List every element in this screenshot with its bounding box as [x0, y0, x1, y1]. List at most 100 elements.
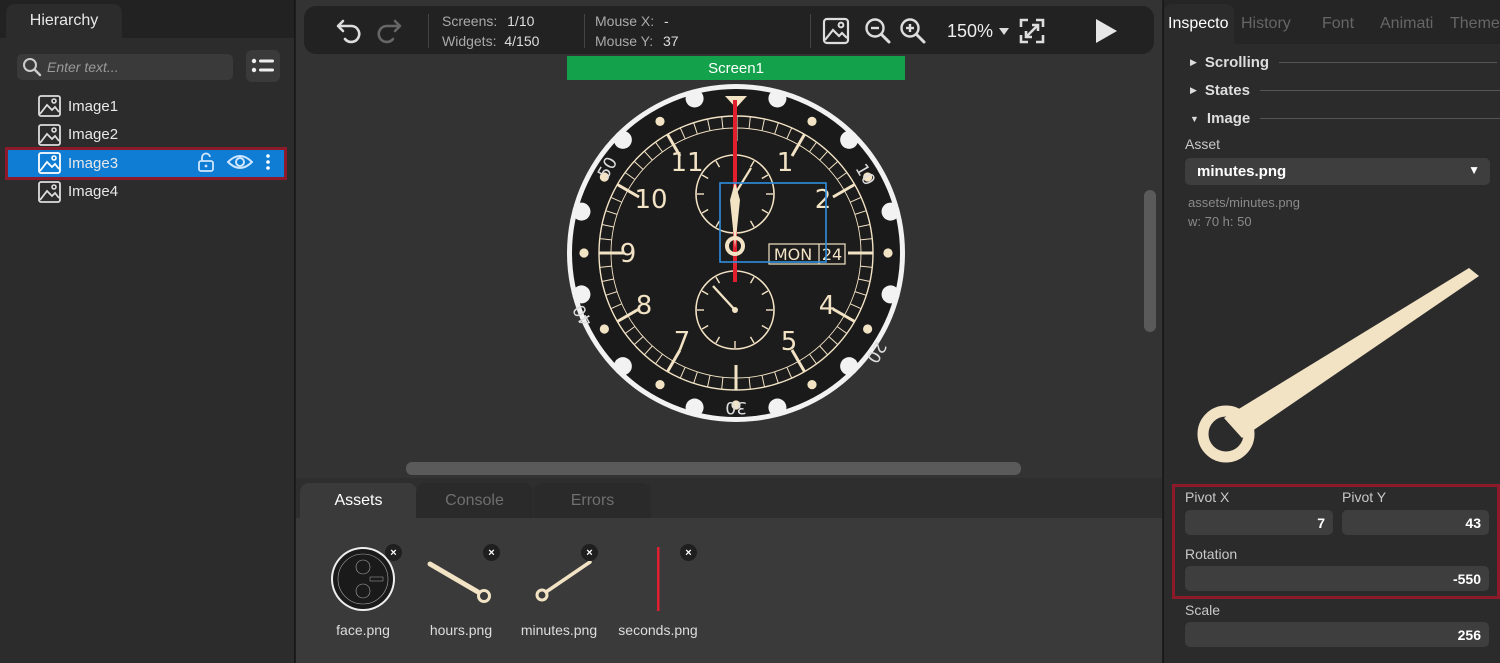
tab-inspector[interactable]: Inspecto — [1164, 4, 1234, 44]
asset-name: hours.png — [429, 622, 493, 638]
inspector-panel: Inspecto History Font Animati Themes ▶ S… — [1163, 0, 1500, 663]
image-icon — [38, 180, 61, 203]
tab-console[interactable]: Console — [416, 483, 533, 518]
scale-field[interactable]: 256 — [1185, 622, 1489, 647]
hour-numeral: 2 — [815, 185, 832, 215]
zoom-value: 150% — [946, 20, 994, 41]
asset-thumbnail: × — [318, 544, 408, 614]
screen-tab[interactable]: Screen1 — [567, 56, 905, 80]
play-button[interactable] — [1088, 14, 1122, 48]
tab-animation[interactable]: Animati — [1376, 4, 1438, 44]
tree-item-image1[interactable]: Image1 — [0, 92, 295, 121]
hour-numeral: 4 — [819, 291, 836, 321]
tab-errors[interactable]: Errors — [534, 483, 651, 518]
remove-asset-button[interactable]: × — [581, 544, 598, 561]
asset-label: Asset — [1185, 136, 1221, 152]
asset-preview — [1197, 268, 1479, 463]
bezel-dot — [579, 248, 589, 258]
bezel-notch — [840, 130, 859, 149]
canvas-vertical-scrollbar[interactable] — [1144, 190, 1156, 332]
bezel-notch — [685, 398, 704, 417]
eye-icon[interactable] — [227, 153, 253, 171]
section-states[interactable]: ▶ States — [1190, 82, 1500, 99]
tab-font[interactable]: Font — [1318, 4, 1378, 44]
hour-numeral: 10 — [634, 185, 667, 215]
tree-item-image3[interactable]: Image3 — [5, 147, 287, 180]
tree-item-label: Image2 — [68, 126, 119, 144]
tree-item-image2[interactable]: Image2 — [0, 121, 295, 150]
asset-item-hours[interactable]: × hours.png — [416, 544, 506, 638]
hour-numeral: 11 — [670, 148, 703, 178]
mouse-x-label: Mouse X: — [595, 13, 655, 29]
tab-themes[interactable]: Themes — [1446, 4, 1500, 44]
chevron-down-icon — [999, 28, 1010, 35]
chevron-down-icon: ▼ — [1190, 113, 1199, 124]
undo-button[interactable] — [332, 12, 368, 48]
bezel-dot — [807, 380, 817, 390]
tab-history[interactable]: History — [1237, 4, 1301, 44]
zoom-in-button[interactable] — [897, 15, 929, 47]
hierarchy-search[interactable] — [17, 54, 233, 80]
search-icon — [23, 58, 42, 77]
background-image-button[interactable] — [820, 15, 852, 47]
section-divider — [1279, 62, 1498, 63]
asset-thumbnail: × — [416, 544, 506, 614]
asset-item-seconds[interactable]: × seconds.png — [613, 544, 703, 638]
asset-thumbnail: × — [514, 544, 604, 614]
section-image[interactable]: ▼ Image — [1190, 110, 1500, 127]
editor-canvas[interactable]: Screen1 50 10 40 20 30 11 1 10 2 9 8 4 7… — [296, 56, 1162, 478]
bezel-dot — [863, 324, 873, 334]
hour-numeral: 8 — [636, 291, 653, 321]
asset-size: w: 70 h: 50 — [1188, 214, 1252, 229]
bezel-notch — [572, 202, 591, 221]
remove-asset-button[interactable]: × — [483, 544, 500, 561]
remove-asset-button[interactable]: × — [680, 544, 697, 561]
tab-hierarchy[interactable]: Hierarchy — [6, 4, 122, 38]
fit-screen-icon — [1019, 18, 1045, 44]
bezel-notch — [768, 89, 787, 108]
asset-item-face[interactable]: × face.png — [318, 544, 408, 638]
fit-screen-button[interactable] — [1016, 15, 1048, 47]
asset-select[interactable]: minutes.png ▼ — [1185, 158, 1490, 185]
chevron-right-icon: ▶ — [1190, 57, 1197, 67]
highlight-box — [1172, 484, 1500, 599]
editor-toolbar: Screens: 1/10 Widgets: 4/150 Mouse X: - … — [304, 6, 1154, 54]
tree-item-image4[interactable]: Image4 — [0, 178, 295, 207]
screens-value: 1/10 — [507, 13, 535, 29]
mouse-stat: Mouse X: - Mouse Y: 37 — [595, 11, 679, 51]
list-view-button[interactable] — [246, 50, 280, 82]
toolbar-separator — [810, 14, 811, 48]
hierarchy-tree: Image1 Image2 Image3 Image4 — [0, 92, 295, 206]
tree-item-label: Image4 — [68, 183, 119, 201]
section-label: Image — [1206, 110, 1251, 127]
tab-assets[interactable]: Assets — [300, 483, 417, 518]
minute-hand-preview — [1224, 268, 1479, 438]
hour-numeral: 7 — [674, 327, 691, 357]
canvas-horizontal-scrollbar[interactable] — [406, 462, 1021, 475]
watch-preview[interactable]: 50 10 40 20 30 11 1 10 2 9 8 4 7 5 MON 2… — [567, 82, 905, 424]
asset-name: face.png — [336, 622, 390, 638]
zoom-in-icon — [900, 18, 926, 44]
more-vertical-icon[interactable] — [265, 153, 271, 171]
redo-button[interactable] — [370, 12, 406, 48]
bezel-notch — [840, 357, 859, 376]
widgets-label: Widgets: — [442, 33, 497, 49]
hour-numeral: 9 — [620, 239, 637, 269]
bezel-dot — [655, 116, 665, 126]
image-icon — [38, 152, 61, 175]
scale-label: Scale — [1185, 602, 1221, 618]
list-icon — [251, 58, 274, 73]
image-icon — [38, 95, 61, 118]
bezel-notch — [685, 89, 704, 108]
hierarchy-search-input[interactable] — [47, 59, 217, 75]
hour-hand-thumbnail — [427, 561, 491, 603]
remove-asset-button[interactable]: × — [385, 544, 402, 561]
unlock-icon[interactable] — [197, 152, 215, 172]
toolbar-separator — [584, 14, 585, 48]
inspector-tabbar: Inspecto History Font Animati Themes — [1164, 0, 1500, 44]
zoom-dropdown[interactable]: 150% — [944, 15, 1014, 47]
asset-item-minutes[interactable]: × minutes.png — [514, 544, 604, 638]
zoom-out-button[interactable] — [862, 15, 894, 47]
section-scrolling[interactable]: ▶ Scrolling — [1190, 54, 1498, 71]
hierarchy-panel: Hierarchy Image1 Image2 Image3 — [0, 0, 295, 663]
